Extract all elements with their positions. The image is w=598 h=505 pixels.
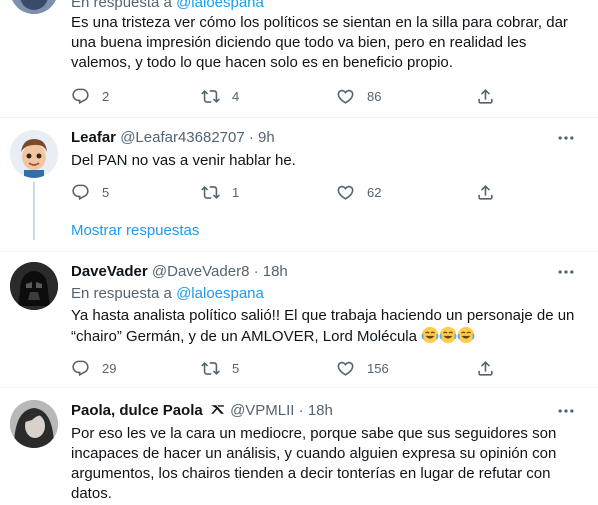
action-bar: 29 5 156 <box>71 358 501 378</box>
share-button[interactable] <box>476 86 495 106</box>
separator: · <box>248 129 254 146</box>
avatar[interactable] <box>10 0 58 14</box>
tweet-4[interactable]: Paola, dulce Paola @VPMLII · 18h Por eso… <box>0 388 598 505</box>
reply-count: 29 <box>102 360 117 376</box>
tweet-header: DaveVader @DaveVader8 · 18h <box>71 262 288 282</box>
share-icon <box>478 88 493 104</box>
tweet-2[interactable]: Leafar @Leafar43682707 · 9h Del PAN no v… <box>0 118 598 252</box>
timestamp[interactable]: 18h <box>308 402 333 419</box>
more-button[interactable] <box>556 401 576 421</box>
like-button[interactable]: 156 <box>336 358 389 378</box>
display-name[interactable]: Paola, dulce Paola <box>71 402 203 419</box>
timestamp[interactable]: 9h <box>258 129 275 146</box>
joy-emoji-icon <box>439 326 457 344</box>
verified-icon <box>211 405 224 414</box>
retweet-icon <box>201 89 220 103</box>
joy-emoji-icon <box>421 326 439 344</box>
display-name[interactable]: DaveVader <box>71 263 148 280</box>
reply-mention-link[interactable]: @laloespana <box>176 285 264 302</box>
retweet-button[interactable]: 5 <box>201 358 239 378</box>
avatar[interactable] <box>10 130 58 178</box>
like-button[interactable]: 62 <box>336 182 381 202</box>
more-icon <box>558 136 574 140</box>
share-button[interactable] <box>476 182 495 202</box>
tweet-text: Ya hasta analista político salió!! El qu… <box>71 306 581 347</box>
username[interactable]: @Leafar43682707 <box>120 129 245 146</box>
more-button[interactable] <box>556 128 576 148</box>
tweet-text-body: Ya hasta analista político salió!! El qu… <box>71 307 575 345</box>
separator: · <box>253 263 259 280</box>
like-count: 156 <box>367 360 389 376</box>
timestamp[interactable]: 18h <box>263 263 288 280</box>
like-button[interactable]: 86 <box>336 86 381 106</box>
more-icon <box>558 409 574 413</box>
reply-count: 5 <box>102 184 110 200</box>
share-icon <box>478 184 493 200</box>
username[interactable]: @DaveVader8 <box>152 263 250 280</box>
like-count: 62 <box>367 184 382 200</box>
tweet-text: Del PAN no vas a venir hablar he. <box>71 152 296 169</box>
reply-label: En respuesta a <box>71 285 172 302</box>
reply-icon <box>72 184 89 200</box>
more-button[interactable] <box>556 262 576 282</box>
action-bar: 5 1 62 <box>71 182 501 202</box>
heart-icon <box>337 185 354 200</box>
reply-button[interactable]: 2 <box>71 86 109 106</box>
retweet-count: 1 <box>232 184 240 200</box>
joy-emoji-icon <box>457 326 475 344</box>
username[interactable]: @VPMLII <box>230 402 294 419</box>
retweet-icon <box>201 185 220 199</box>
action-bar: 2 4 86 <box>71 86 501 106</box>
thread-line <box>33 182 35 240</box>
reply-mention-link[interactable]: @laloespana <box>176 0 264 11</box>
display-name[interactable]: Leafar <box>71 129 116 146</box>
reply-context: En respuesta a @laloespana <box>71 284 264 304</box>
heart-icon <box>337 89 354 104</box>
reply-icon <box>72 360 89 376</box>
tweet-1[interactable]: En respuesta a @laloespana Es una triste… <box>0 0 598 118</box>
retweet-button[interactable]: 4 <box>201 86 239 106</box>
like-count: 86 <box>367 88 382 104</box>
avatar[interactable] <box>10 400 58 448</box>
avatar[interactable] <box>10 262 58 310</box>
tweet-header: Leafar @Leafar43682707 · 9h <box>71 128 275 148</box>
reply-button[interactable]: 29 <box>71 358 116 378</box>
retweet-icon <box>201 361 220 375</box>
reply-context: En respuesta a @laloespana <box>71 0 264 13</box>
separator: · <box>298 402 304 419</box>
show-more-replies-link[interactable]: Mostrar respuestas <box>71 222 199 239</box>
reply-icon <box>72 88 89 104</box>
tweet-header: Paola, dulce Paola @VPMLII · 18h <box>71 401 333 421</box>
retweet-count: 5 <box>232 360 240 376</box>
tweet-text: Es una tristeza ver cómo los políticos s… <box>71 14 568 71</box>
reply-count: 2 <box>102 88 110 104</box>
heart-icon <box>337 361 354 376</box>
share-icon <box>478 360 493 376</box>
tweet-text: Por eso les ve la cara un mediocre, porq… <box>71 425 557 502</box>
tweet-3[interactable]: DaveVader @DaveVader8 · 18h En respuesta… <box>0 252 598 386</box>
share-button[interactable] <box>476 358 495 378</box>
reply-button[interactable]: 5 <box>71 182 109 202</box>
retweet-count: 4 <box>232 88 240 104</box>
retweet-button[interactable]: 1 <box>201 182 239 202</box>
more-icon <box>558 270 574 274</box>
reply-label: En respuesta a <box>71 0 172 11</box>
